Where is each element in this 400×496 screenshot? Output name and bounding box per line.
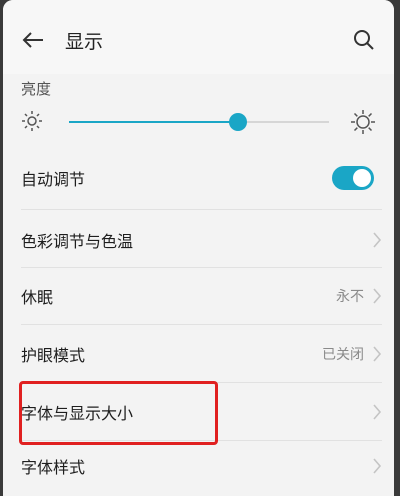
top-bar: 显示 <box>3 0 394 74</box>
sun-small-icon <box>22 111 42 131</box>
font-display-size-label: 字体与显示大小 <box>21 404 134 423</box>
font-style-label: 字体样式 <box>21 458 86 477</box>
divider <box>21 209 382 210</box>
auto-adjust-toggle[interactable] <box>332 166 374 190</box>
brightness-slider-thumb[interactable] <box>229 113 247 131</box>
sleep-row[interactable]: 休眠 永不 <box>3 268 394 324</box>
sleep-value: 永不 <box>336 289 364 305</box>
eye-comfort-row[interactable]: 护眼模式 已关闭 <box>3 326 394 382</box>
font-display-size-row[interactable]: 字体与显示大小 <box>3 384 394 440</box>
color-temp-label: 色彩调节与色温 <box>21 232 134 251</box>
color-temp-row[interactable]: 色彩调节与色温 <box>3 212 394 268</box>
page-title: 显示 <box>65 31 104 53</box>
eye-comfort-label: 护眼模式 <box>21 346 86 365</box>
divider <box>21 324 382 325</box>
settings-screen: 显示 亮度 自动调节 色彩调节与色温 休眠 永不 护眼模式 已关闭 字体与显示大… <box>3 0 394 496</box>
sun-large-icon <box>351 110 375 134</box>
back-arrow-icon <box>22 32 43 48</box>
chevron-right-icon <box>373 458 382 474</box>
divider <box>21 382 382 383</box>
auto-adjust-label: 自动调节 <box>21 170 86 189</box>
brightness-label: 亮度 <box>21 80 52 98</box>
toggle-knob <box>353 169 371 187</box>
back-button[interactable] <box>19 26 47 54</box>
auto-adjust-row[interactable]: 自动调节 <box>3 150 394 206</box>
eye-comfort-value: 已关闭 <box>322 347 364 363</box>
chevron-right-icon <box>373 232 382 248</box>
chevron-right-icon <box>373 404 382 420</box>
brightness-control <box>3 104 394 140</box>
search-icon <box>354 30 374 50</box>
font-style-row[interactable]: 字体样式 <box>3 438 394 494</box>
brightness-slider[interactable] <box>69 113 329 131</box>
brightness-slider-fill <box>69 121 238 123</box>
sleep-label: 休眠 <box>21 288 54 307</box>
chevron-right-icon <box>373 346 382 362</box>
search-button[interactable] <box>350 26 378 54</box>
chevron-right-icon <box>373 288 382 304</box>
